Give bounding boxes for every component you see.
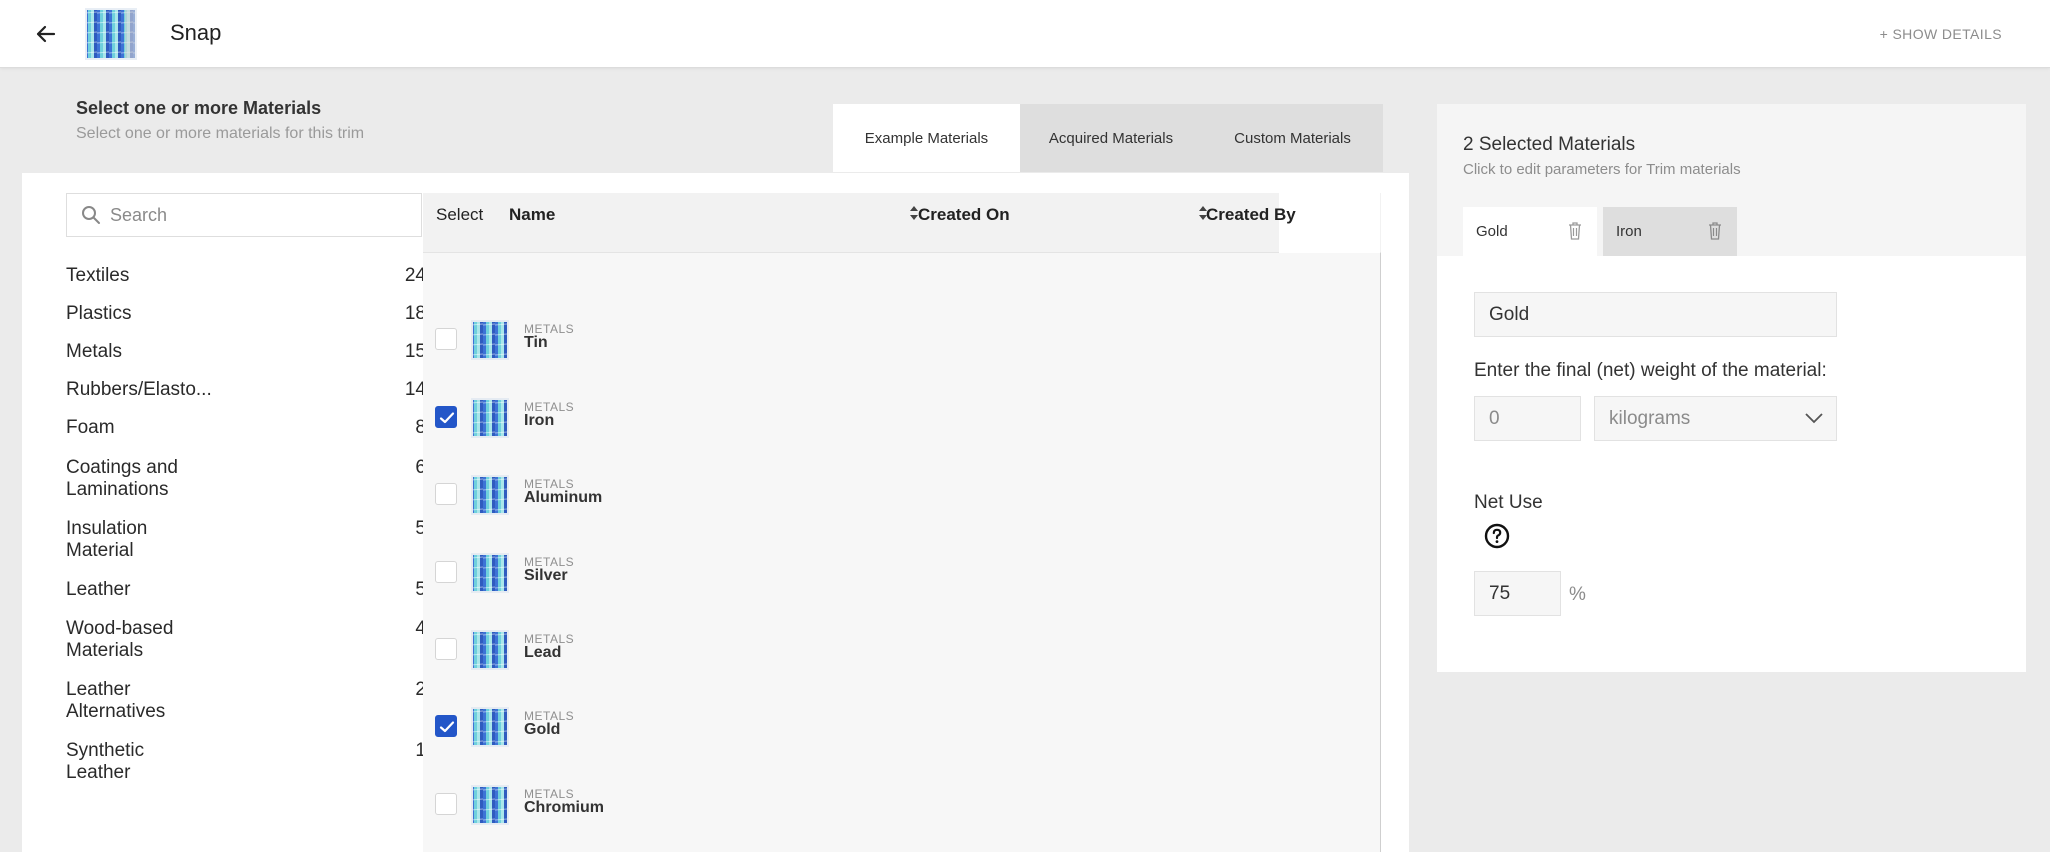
app-title: Snap <box>170 20 222 45</box>
help-icon[interactable] <box>1484 523 1510 549</box>
selected-materials-header: 2 Selected Materials Click to edit param… <box>1437 104 2026 256</box>
check-icon <box>439 721 455 733</box>
category-label: Rubbers/Elasto... <box>66 379 212 400</box>
column-header-created-by[interactable]: Created By <box>1206 205 1296 225</box>
net-use-label: Net Use <box>1474 492 1543 513</box>
material-thumbnail <box>471 398 509 438</box>
row-checkbox[interactable] <box>435 638 457 660</box>
category-label: Metals <box>66 341 122 362</box>
chevron-down-icon <box>1805 413 1823 424</box>
category-item-metals[interactable]: Metals 15 <box>66 341 426 363</box>
material-name-field[interactable]: Gold <box>1474 292 1837 337</box>
category-label: Leather Alternatives <box>66 679 166 722</box>
net-use-unit: % <box>1569 584 1586 605</box>
row-checkbox[interactable] <box>435 406 457 428</box>
weight-unit-select[interactable]: kilograms <box>1594 396 1837 441</box>
table-row[interactable]: METALS Gold <box>423 707 1381 769</box>
table-row[interactable]: METALS Lead <box>423 630 1381 692</box>
check-icon <box>439 412 455 424</box>
weight-label: Enter the final (net) weight of the mate… <box>1474 360 1827 381</box>
table-row[interactable]: METALS Aluminum <box>423 475 1381 537</box>
net-use-input[interactable]: 75 <box>1474 571 1561 616</box>
category-label: Textiles <box>66 265 130 286</box>
category-item-insulation[interactable]: Insulation Material 5 <box>66 518 426 562</box>
weight-input[interactable]: 0 <box>1474 396 1581 441</box>
category-item-foam[interactable]: Foam 8 <box>66 417 426 439</box>
material-thumbnail <box>471 785 509 825</box>
trash-icon[interactable] <box>1567 221 1583 241</box>
row-name: Gold <box>524 721 561 738</box>
row-name: Tin <box>524 334 548 351</box>
category-item-synthetic-leather[interactable]: Synthetic Leather 1 <box>66 740 426 784</box>
page-heading: Select one or more Materials <box>76 98 322 118</box>
tab-acquired-materials[interactable]: Acquired Materials <box>1020 104 1202 172</box>
category-label: Foam <box>66 417 115 438</box>
search-box <box>66 193 422 237</box>
row-name: Aluminum <box>524 489 603 506</box>
material-thumbnail <box>471 707 509 747</box>
column-header-select: Select <box>436 205 484 224</box>
category-item-rubbers[interactable]: Rubbers/Elasto... 14 <box>66 379 426 401</box>
chip-iron[interactable]: Iron <box>1603 207 1737 256</box>
top-bar: Snap + SHOW DETAILS <box>0 0 2050 68</box>
category-item-plastics[interactable]: Plastics 18 <box>66 303 426 325</box>
page-subheading: Select one or more materials for this tr… <box>76 125 365 142</box>
selected-materials-panel: 2 Selected Materials Click to edit param… <box>1437 104 2026 672</box>
chip-label: Gold <box>1476 223 1508 240</box>
chip-label: Iron <box>1616 223 1642 240</box>
table-header: Select Name Created On Created By <box>423 193 1381 253</box>
back-arrow-icon[interactable] <box>30 18 62 50</box>
show-details-button[interactable]: + SHOW DETAILS <box>1880 26 2002 42</box>
weight-value: 0 <box>1489 408 1500 429</box>
category-label: Insulation Material <box>66 518 148 561</box>
trash-icon[interactable] <box>1707 221 1723 241</box>
category-label: Leather <box>66 579 131 600</box>
column-header-created-on[interactable]: Created On <box>918 205 1010 225</box>
row-checkbox[interactable] <box>435 793 457 815</box>
material-thumbnail <box>471 553 509 593</box>
tab-example-materials[interactable]: Example Materials <box>833 104 1020 172</box>
search-icon <box>82 206 100 224</box>
material-thumbnail <box>471 320 509 360</box>
search-input[interactable] <box>110 194 410 236</box>
table-row[interactable]: METALS Silver <box>423 553 1381 615</box>
table-row[interactable]: METALS Tin <box>423 320 1381 382</box>
material-thumbnail <box>471 475 509 515</box>
material-name-value: Gold <box>1489 304 1530 325</box>
materials-panel: Textiles 24 Plastics 18 Metals 15 Rubber… <box>22 173 1409 852</box>
materials-table: Select Name Created On Created By METALS… <box>423 193 1381 852</box>
category-item-textiles[interactable]: Textiles 24 <box>66 265 426 287</box>
category-label: Plastics <box>66 303 132 324</box>
row-name: Silver <box>524 567 568 584</box>
table-row[interactable]: METALS Chromium <box>423 785 1381 847</box>
row-checkbox[interactable] <box>435 561 457 583</box>
row-checkbox[interactable] <box>435 715 457 737</box>
row-checkbox[interactable] <box>435 328 457 350</box>
row-name: Lead <box>524 644 562 661</box>
selected-count-title: 2 Selected Materials <box>1463 134 1636 155</box>
tab-custom-materials[interactable]: Custom Materials <box>1202 104 1383 172</box>
row-checkbox[interactable] <box>435 483 457 505</box>
row-name: Chromium <box>524 799 604 816</box>
category-item-leather-alternatives[interactable]: Leather Alternatives 2 <box>66 679 426 723</box>
material-thumbnail <box>471 630 509 670</box>
chip-gold[interactable]: Gold <box>1463 207 1597 256</box>
category-item-leather[interactable]: Leather 5 <box>66 579 426 601</box>
category-item-wood-based[interactable]: Wood-based Materials 4 <box>66 618 426 662</box>
table-row[interactable]: METALS Iron <box>423 398 1381 460</box>
column-header-name[interactable]: Name <box>509 205 555 225</box>
category-item-coatings[interactable]: Coatings and Laminations 6 <box>66 457 426 501</box>
material-tabs: Example Materials Acquired Materials Cus… <box>833 104 1383 172</box>
row-name: Iron <box>524 412 555 429</box>
category-label: Synthetic Leather <box>66 740 145 783</box>
category-label: Wood-based Materials <box>66 618 174 661</box>
net-use-value: 75 <box>1489 583 1511 604</box>
weight-unit-value: kilograms <box>1609 408 1691 429</box>
selected-subtitle: Click to edit parameters for Trim materi… <box>1463 161 1741 178</box>
category-label: Coatings and Laminations <box>66 457 178 500</box>
app-thumbnail <box>85 8 137 60</box>
